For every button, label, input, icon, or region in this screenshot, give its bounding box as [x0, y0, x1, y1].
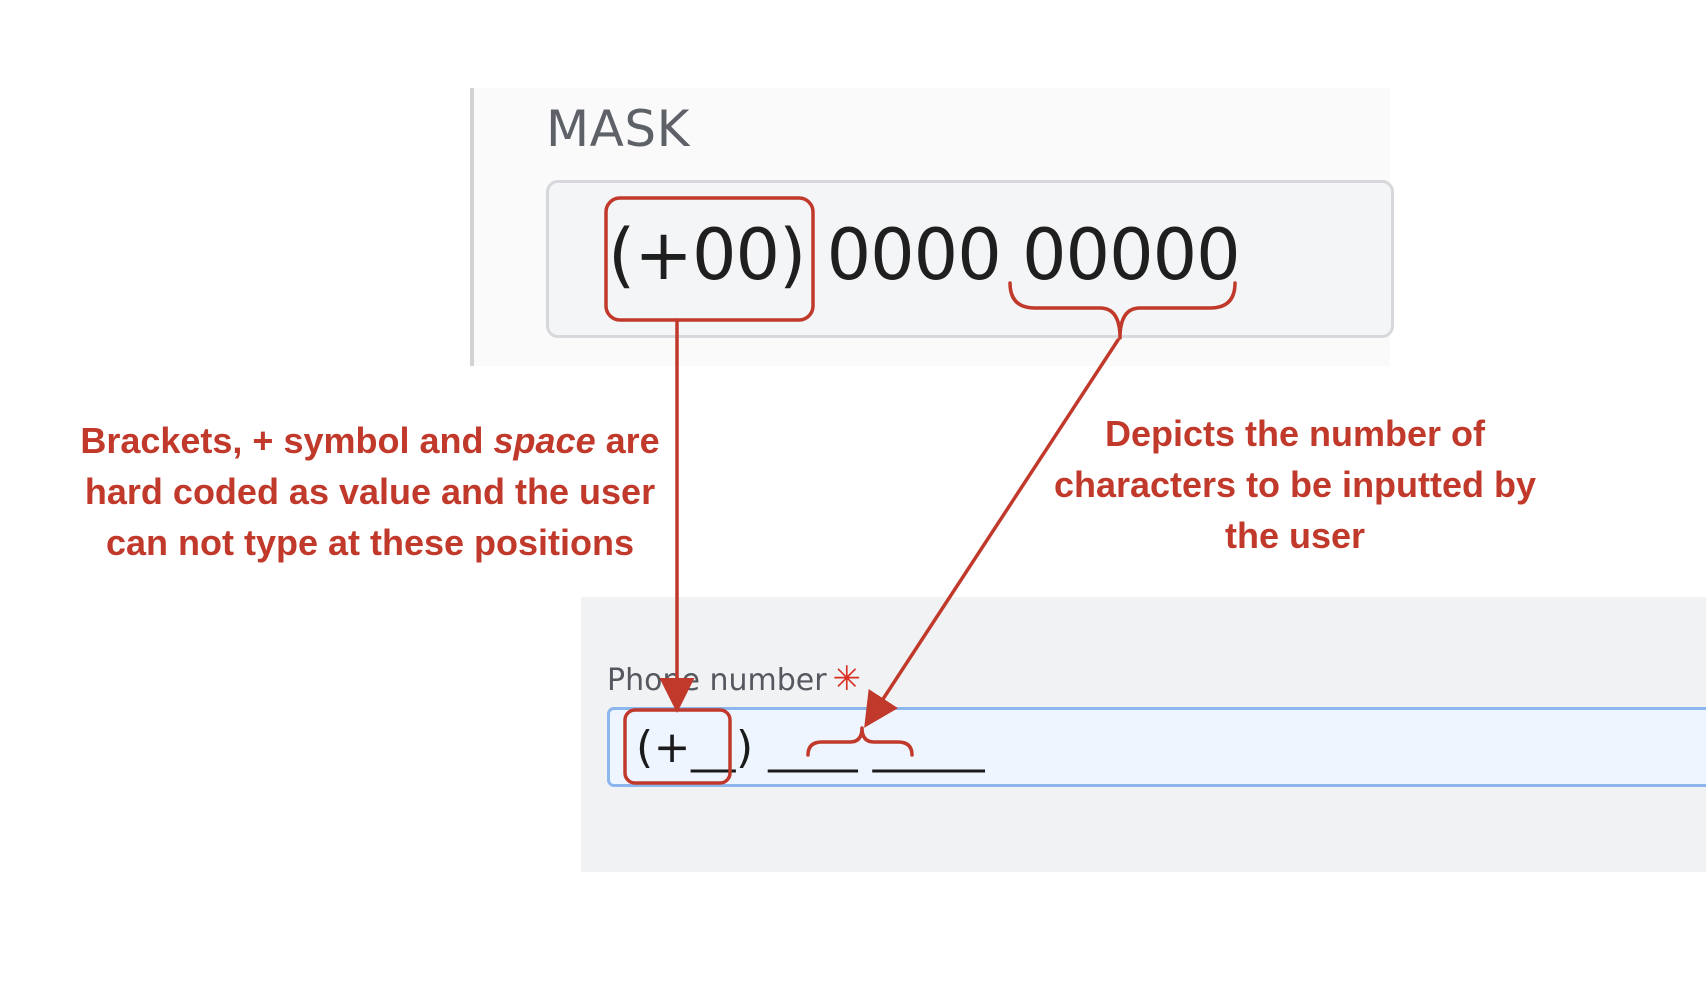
input-prefix-highlight-box [623, 708, 732, 785]
mask-prefix-highlight-box [604, 196, 815, 322]
annotation-overlay [604, 196, 1237, 785]
input-suffix-brace [806, 726, 914, 757]
arrow-to-input-suffix [864, 338, 1120, 728]
mask-suffix-brace [1008, 281, 1237, 340]
